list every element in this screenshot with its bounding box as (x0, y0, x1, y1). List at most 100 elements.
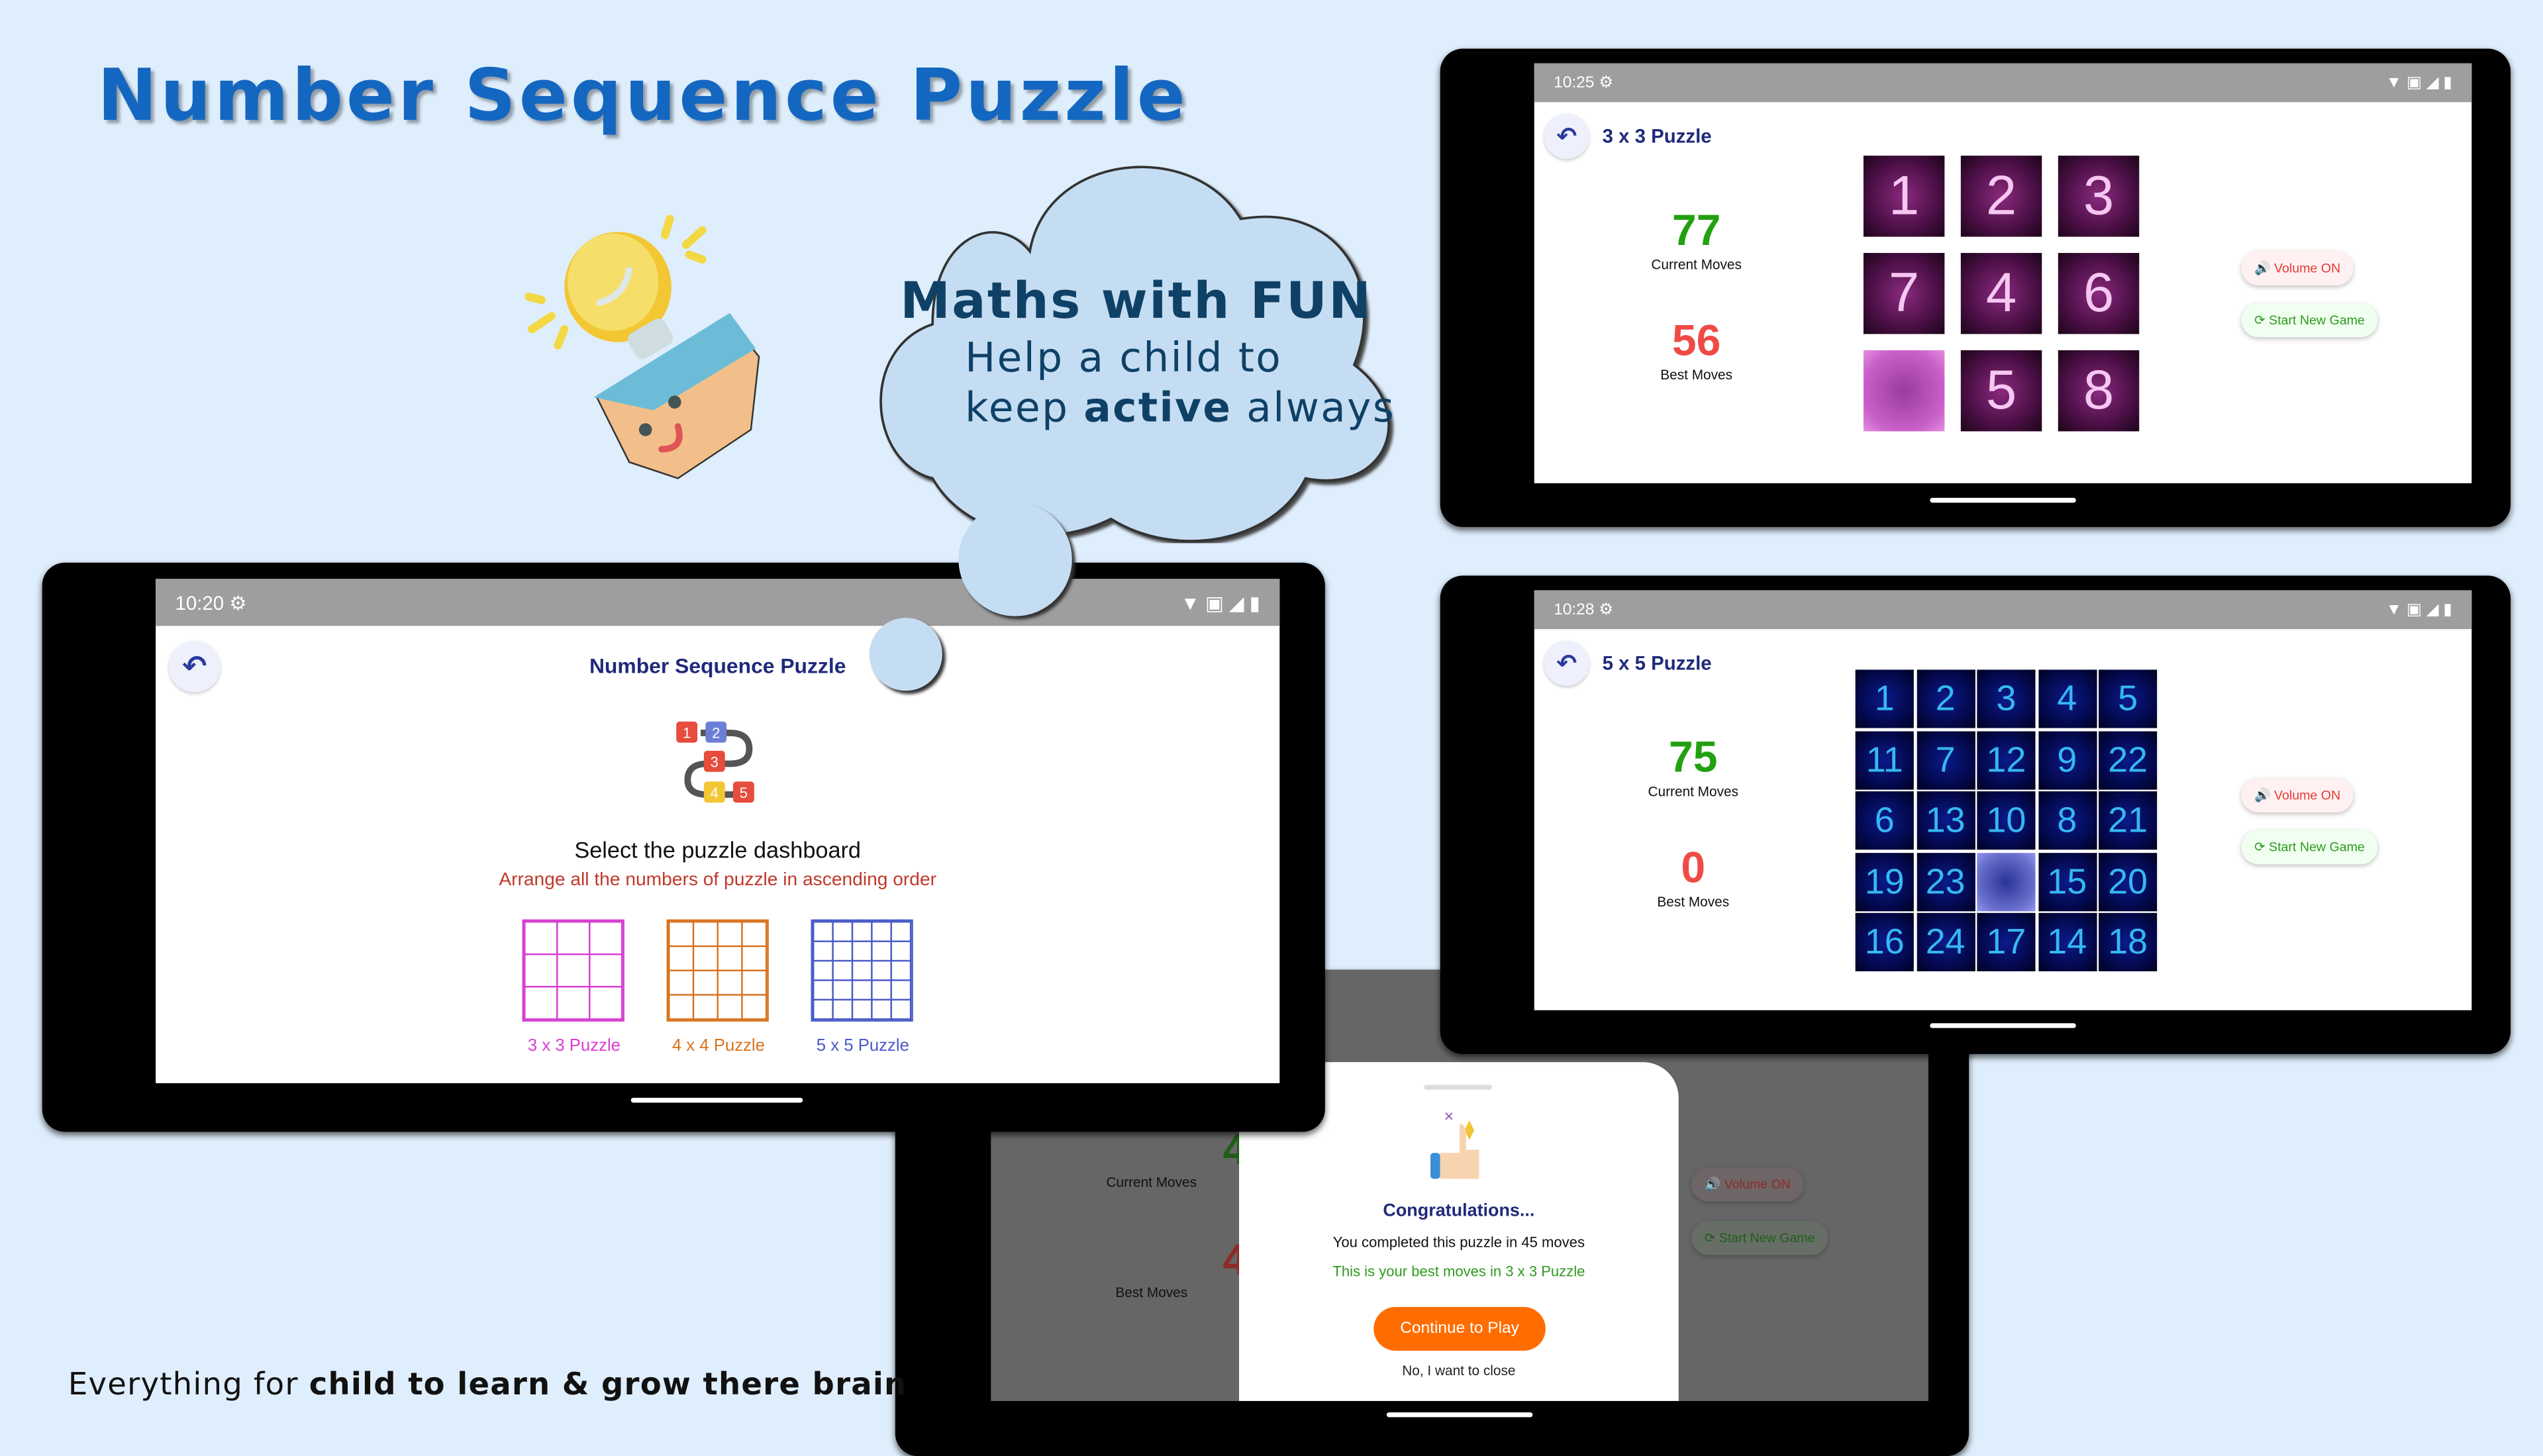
svg-text:×: × (1444, 1108, 1454, 1124)
volume-button[interactable]: 🔊 Volume ON (2241, 778, 2354, 812)
best-moves-label: Best Moves (1660, 366, 1733, 383)
cloud-line-3c: always (1232, 384, 1396, 432)
best-moves-value: 0 (1681, 843, 1706, 892)
current-moves-label: Current Moves (1648, 783, 1739, 800)
best-moves-value: 56 (1671, 316, 1721, 365)
puzzle-tile[interactable]: 1 (1855, 669, 1914, 728)
puzzle-tile[interactable]: 7 (1863, 253, 1945, 334)
puzzle-option-5x5[interactable] (811, 919, 913, 1022)
puzzle-tile[interactable]: 7 (1916, 730, 1975, 789)
tablet-5x5: 10:28 ⚙ ▼ ▣ ◢ ▮ ↶ 5 x 5 Puzzle 75 Current… (1440, 575, 2511, 1054)
puzzle-tile[interactable]: 5 (1960, 350, 2042, 432)
puzzle-tile[interactable]: 5 (2099, 669, 2158, 728)
puzzle-tile[interactable]: 22 (2099, 730, 2158, 789)
speaker-icon: 🔊 (2254, 261, 2274, 276)
lightbulb-kid-illustration (524, 215, 760, 479)
puzzle-tile[interactable]: 2 (1960, 156, 2042, 237)
cloud-line-3a: keep (965, 384, 1084, 432)
puzzle-tile[interactable]: 11 (1855, 730, 1914, 789)
puzzle-option-label[interactable]: 4 x 4 Puzzle (646, 1036, 791, 1055)
puzzle-tile[interactable]: 4 (2038, 669, 2097, 728)
back-button[interactable]: ↶ (1544, 640, 1590, 686)
tablet-dashboard: 10:20 ⚙ ▼ ▣ ◢ ▮ ↶ Number Sequence Puzzle… (42, 562, 1325, 1132)
dialog-title: Congratulations... (1383, 1201, 1535, 1222)
empty-tile[interactable] (1863, 350, 1945, 432)
puzzle-tile[interactable]: 6 (1855, 791, 1914, 850)
speaker-icon: 🔊 (1704, 1177, 1724, 1192)
puzzle-tile[interactable]: 23 (1916, 851, 1975, 911)
puzzle-tile[interactable]: 20 (2099, 851, 2158, 911)
new-game-label: Start New Game (1719, 1230, 1815, 1245)
home-indicator[interactable] (630, 1097, 803, 1103)
current-moves-label: Current Moves (1651, 256, 1742, 273)
dashboard-title: Number Sequence Puzzle (589, 653, 846, 678)
lightbulb-icon (524, 215, 707, 360)
speaker-icon: 🔊 (2254, 788, 2274, 803)
cloud-text: Maths with FUN Help a child to keep acti… (900, 272, 1395, 431)
dashboard-screen: 10:20 ⚙ ▼ ▣ ◢ ▮ ↶ Number Sequence Puzzle… (156, 579, 1280, 1083)
svg-text:2: 2 (712, 724, 720, 741)
puzzle-tile[interactable]: 12 (1977, 730, 2036, 789)
puzzle-tile[interactable]: 21 (2099, 791, 2158, 850)
puzzle-option-label[interactable]: 5 x 5 Puzzle (790, 1036, 936, 1055)
volume-label: Volume ON (2273, 788, 2341, 803)
home-indicator[interactable] (1386, 1412, 1533, 1418)
back-button[interactable]: ↶ (1544, 113, 1590, 160)
volume-button[interactable]: 🔊 Volume ON (1691, 1167, 1804, 1202)
tagline: Everything for child to learn & grow the… (68, 1367, 907, 1403)
puzzle-tile[interactable]: 9 (2038, 730, 2097, 789)
puzzle-option-label[interactable]: 3 x 3 Puzzle (501, 1036, 647, 1055)
empty-tile[interactable] (1977, 851, 2036, 911)
puzzle-tile[interactable]: 17 (1977, 912, 2036, 971)
start-new-game-button[interactable]: ⟳ Start New Game (2241, 303, 2378, 338)
puzzle-tile[interactable]: 15 (2038, 851, 2097, 911)
start-new-game-button[interactable]: ⟳ Start New Game (1691, 1221, 1828, 1255)
volume-button[interactable]: 🔊 Volume ON (2241, 251, 2354, 286)
start-new-game-button[interactable]: ⟳ Start New Game (2241, 830, 2378, 865)
puzzle-tile[interactable]: 14 (2038, 912, 2097, 971)
continue-to-play-button[interactable]: Continue to Play (1373, 1306, 1546, 1351)
puzzle-tile[interactable]: 2 (1916, 669, 1975, 728)
svg-text:3: 3 (711, 753, 719, 770)
volume-label: Volume ON (1724, 1177, 1791, 1192)
puzzle-tile[interactable]: 4 (1960, 253, 2042, 334)
svg-text:1: 1 (683, 724, 691, 741)
status-time: 10:20 (175, 591, 224, 614)
status-bar: 10:25 ⚙ ▼ ▣ ◢ ▮ (1534, 63, 2472, 103)
puzzle-tile[interactable]: 3 (2058, 156, 2140, 237)
home-indicator[interactable] (1930, 1023, 2076, 1028)
home-indicator[interactable] (1930, 497, 2076, 503)
puzzle-logo-icon: 1 2 3 4 5 (676, 721, 754, 803)
puzzle-tile[interactable]: 3 (1977, 669, 2036, 728)
best-moves-label: Best Moves (1115, 1284, 1188, 1301)
promo-canvas: Number Sequence Puzzle Maths with FUN He… (0, 0, 2543, 1456)
puzzle-tile[interactable]: 13 (1916, 791, 1975, 850)
best-moves-label: Best Moves (1657, 893, 1730, 910)
status-bar: 10:20 ⚙ ▼ ▣ ◢ ▮ (156, 579, 1280, 626)
puzzle-option-3x3[interactable] (522, 919, 624, 1022)
close-link[interactable]: No, I want to close (1239, 1362, 1679, 1378)
current-moves-label: Current Moves (1106, 1174, 1197, 1190)
status-bar: 10:28 ⚙ ▼ ▣ ◢ ▮ (1534, 590, 2472, 630)
puzzle-tile[interactable]: 6 (2058, 253, 2140, 334)
status-time: 10:25 (1554, 73, 1595, 92)
puzzle-tile[interactable]: 24 (1916, 912, 1975, 971)
puzzle-tile[interactable]: 8 (2058, 350, 2140, 432)
cloud-line-3b: active (1083, 384, 1232, 432)
settings-gear-icon: ⚙ (1599, 601, 1614, 619)
status-icons: ▼ ▣ ◢ ▮ (2385, 601, 2452, 619)
puzzle-tile[interactable]: 8 (2038, 791, 2097, 850)
thumbs-up-icon: × (1430, 1108, 1479, 1179)
puzzle-option-4x4[interactable] (666, 919, 769, 1022)
settings-gear-icon: ⚙ (1599, 73, 1614, 92)
new-game-label: Start New Game (2268, 313, 2365, 328)
status-time: 10:28 (1554, 601, 1595, 619)
drag-handle[interactable] (1424, 1085, 1493, 1090)
puzzle-tile[interactable]: 19 (1855, 851, 1914, 911)
puzzle-tile[interactable]: 10 (1977, 791, 2036, 850)
puzzle-tile[interactable]: 16 (1855, 912, 1914, 971)
puzzle-tile[interactable]: 18 (2099, 912, 2158, 971)
tagline-a: Everything for (68, 1367, 309, 1403)
puzzle-tile[interactable]: 1 (1863, 156, 1945, 237)
current-moves-value: 75 (1668, 732, 1718, 782)
